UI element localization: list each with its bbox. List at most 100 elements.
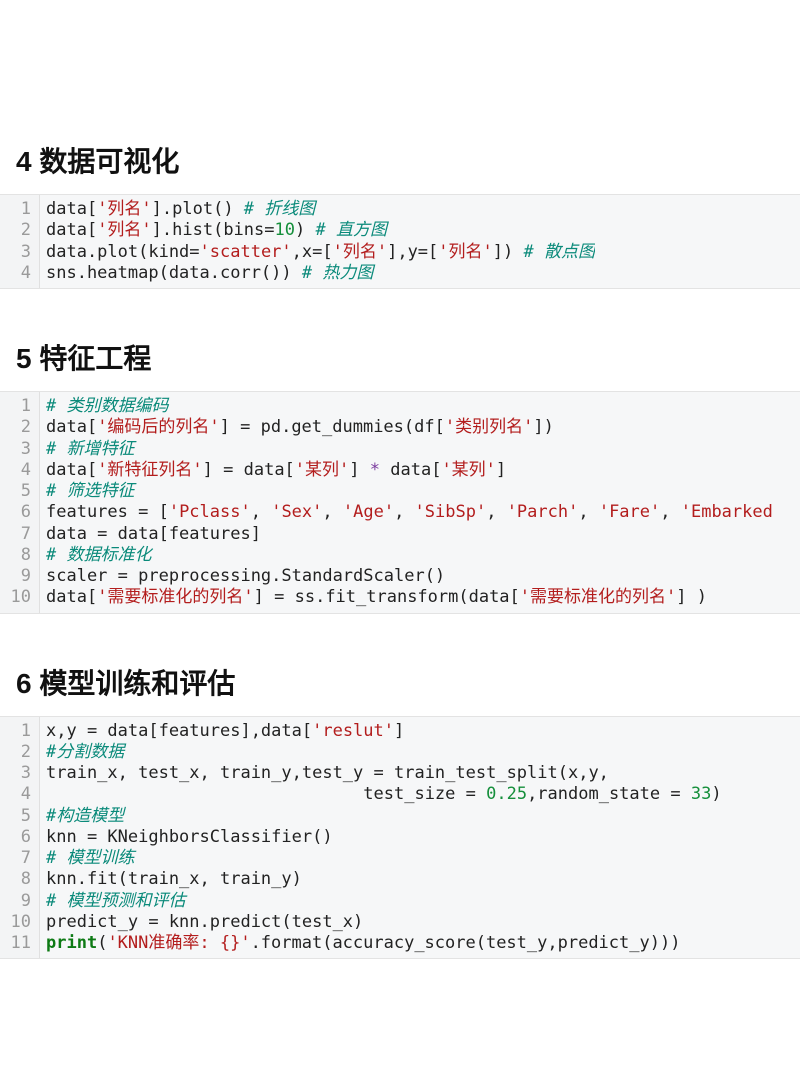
code-block: 1234567891011x,y = data[features],data['… [0, 716, 800, 960]
line-number: 7 [0, 524, 31, 545]
code-token: # 新增特征 [46, 439, 134, 459]
code-token: # 热力图 [302, 263, 373, 283]
code-token: data[ [46, 417, 97, 437]
code-token: '类别列名' [445, 417, 533, 437]
line-number: 9 [0, 891, 31, 912]
code-token: x,y = data[features],data[ [46, 721, 312, 741]
code-token: , [251, 502, 271, 522]
line-number: 1 [0, 199, 31, 220]
section-heading: 5 特征工程 [0, 337, 800, 391]
code-token: 33 [691, 784, 711, 804]
code-token: 'reslut' [312, 721, 394, 741]
code-line: #构造模型 [46, 806, 722, 827]
code-token: ) [711, 784, 721, 804]
code-block: 1234data['列名'].plot() # 折线图data['列名'].hi… [0, 194, 800, 289]
code-token: ].plot() [152, 199, 244, 219]
code-line: # 筛选特征 [46, 481, 773, 502]
code-token: ]) [533, 417, 553, 437]
code-token: train_x, test_x, train_y,test_y = train_… [46, 763, 609, 783]
line-number: 1 [0, 721, 31, 742]
code-token: * [370, 460, 380, 480]
code-token: '列名' [333, 242, 387, 262]
code-line: knn = KNeighborsClassifier() [46, 827, 722, 848]
code-token: #分割数据 [46, 742, 124, 762]
code-content[interactable]: # 类别数据编码data['编码后的列名'] = pd.get_dummies(… [40, 392, 773, 613]
code-token: data[ [46, 199, 97, 219]
section-number: 6 [16, 668, 32, 699]
code-block: 12345678910# 类别数据编码data['编码后的列名'] = pd.g… [0, 391, 800, 614]
code-line: #分割数据 [46, 742, 722, 763]
code-token: predict_y = knn.predict(test_x) [46, 912, 363, 932]
code-token: # 模型预测和评估 [46, 891, 185, 911]
code-token: ] [394, 721, 404, 741]
line-number: 2 [0, 742, 31, 763]
code-token: , [578, 502, 598, 522]
code-token: # 直方图 [315, 220, 386, 240]
section-title: 模型训练和评估 [39, 668, 235, 699]
code-token: ] [496, 460, 506, 480]
code-token: , [394, 502, 414, 522]
code-token: 'KNN准确率: {}' [107, 933, 250, 953]
code-line: data['需要标准化的列名'] = ss.fit_transform(data… [46, 587, 773, 608]
code-token: ,random_state = [527, 784, 691, 804]
line-number: 6 [0, 827, 31, 848]
line-number-gutter: 1234567891011 [0, 717, 40, 959]
line-number: 9 [0, 566, 31, 587]
line-number: 8 [0, 869, 31, 890]
code-token: # 筛选特征 [46, 481, 134, 501]
line-number: 2 [0, 417, 31, 438]
code-token: ],y=[ [387, 242, 438, 262]
code-token: '需要标准化的列名' [97, 587, 253, 607]
code-token: data[ [46, 587, 97, 607]
section-heading: 4 数据可视化 [0, 140, 800, 194]
code-token: # 类别数据编码 [46, 396, 168, 416]
code-token: 0.25 [486, 784, 527, 804]
code-token: data[ [46, 220, 97, 240]
line-number: 7 [0, 848, 31, 869]
section-title: 特征工程 [39, 343, 151, 374]
code-token: ] = ss.fit_transform(data[ [254, 587, 520, 607]
code-line: # 新增特征 [46, 439, 773, 460]
section: 4 数据可视化1234data['列名'].plot() # 折线图data['… [0, 140, 800, 289]
code-token: data = data[features] [46, 524, 261, 544]
code-line: data['编码后的列名'] = pd.get_dummies(df['类别列名… [46, 417, 773, 438]
code-token: 'scatter' [200, 242, 292, 262]
line-number: 4 [0, 784, 31, 805]
code-content[interactable]: x,y = data[features],data['reslut'] #分割数据… [40, 717, 722, 959]
code-line: scaler = preprocessing.StandardScaler() [46, 566, 773, 587]
code-token: ] [349, 460, 369, 480]
code-line: test_size = 0.25,random_state = 33) [46, 784, 722, 805]
code-token: # 折线图 [244, 199, 315, 219]
code-token: #构造模型 [46, 806, 124, 826]
code-token: 'Parch' [507, 502, 579, 522]
code-token: knn = KNeighborsClassifier() [46, 827, 333, 847]
code-token: 'SibSp' [415, 502, 487, 522]
code-token: '列名' [97, 220, 151, 240]
line-number: 5 [0, 481, 31, 502]
line-number: 3 [0, 763, 31, 784]
code-token: 'Age' [343, 502, 394, 522]
line-number: 8 [0, 545, 31, 566]
code-token: ]) [493, 242, 524, 262]
code-token: 10 [275, 220, 295, 240]
section: 5 特征工程12345678910# 类别数据编码data['编码后的列名'] … [0, 337, 800, 614]
code-content[interactable]: data['列名'].plot() # 折线图data['列名'].hist(b… [40, 195, 595, 288]
code-token: ] = pd.get_dummies(df[ [220, 417, 445, 437]
code-token: '某列' [441, 460, 495, 480]
code-token: ].hist(bins= [152, 220, 275, 240]
code-token: data[ [46, 460, 97, 480]
section-title: 数据可视化 [39, 146, 179, 177]
code-token: ] ) [676, 587, 707, 607]
code-line: features = ['Pclass', 'Sex', 'Age', 'Sib… [46, 502, 773, 523]
code-token: .format(accuracy_score(test_y,predict_y)… [251, 933, 681, 953]
code-line: predict_y = knn.predict(test_x) [46, 912, 722, 933]
code-token: 'Embarked [681, 502, 773, 522]
code-token: features = [ [46, 502, 169, 522]
code-token: '需要标准化的列名' [520, 587, 676, 607]
code-line: sns.heatmap(data.corr()) # 热力图 [46, 263, 595, 284]
code-token: print [46, 933, 97, 953]
code-line: data = data[features] [46, 524, 773, 545]
code-line: # 类别数据编码 [46, 396, 773, 417]
line-number: 5 [0, 806, 31, 827]
line-number: 10 [0, 912, 31, 933]
